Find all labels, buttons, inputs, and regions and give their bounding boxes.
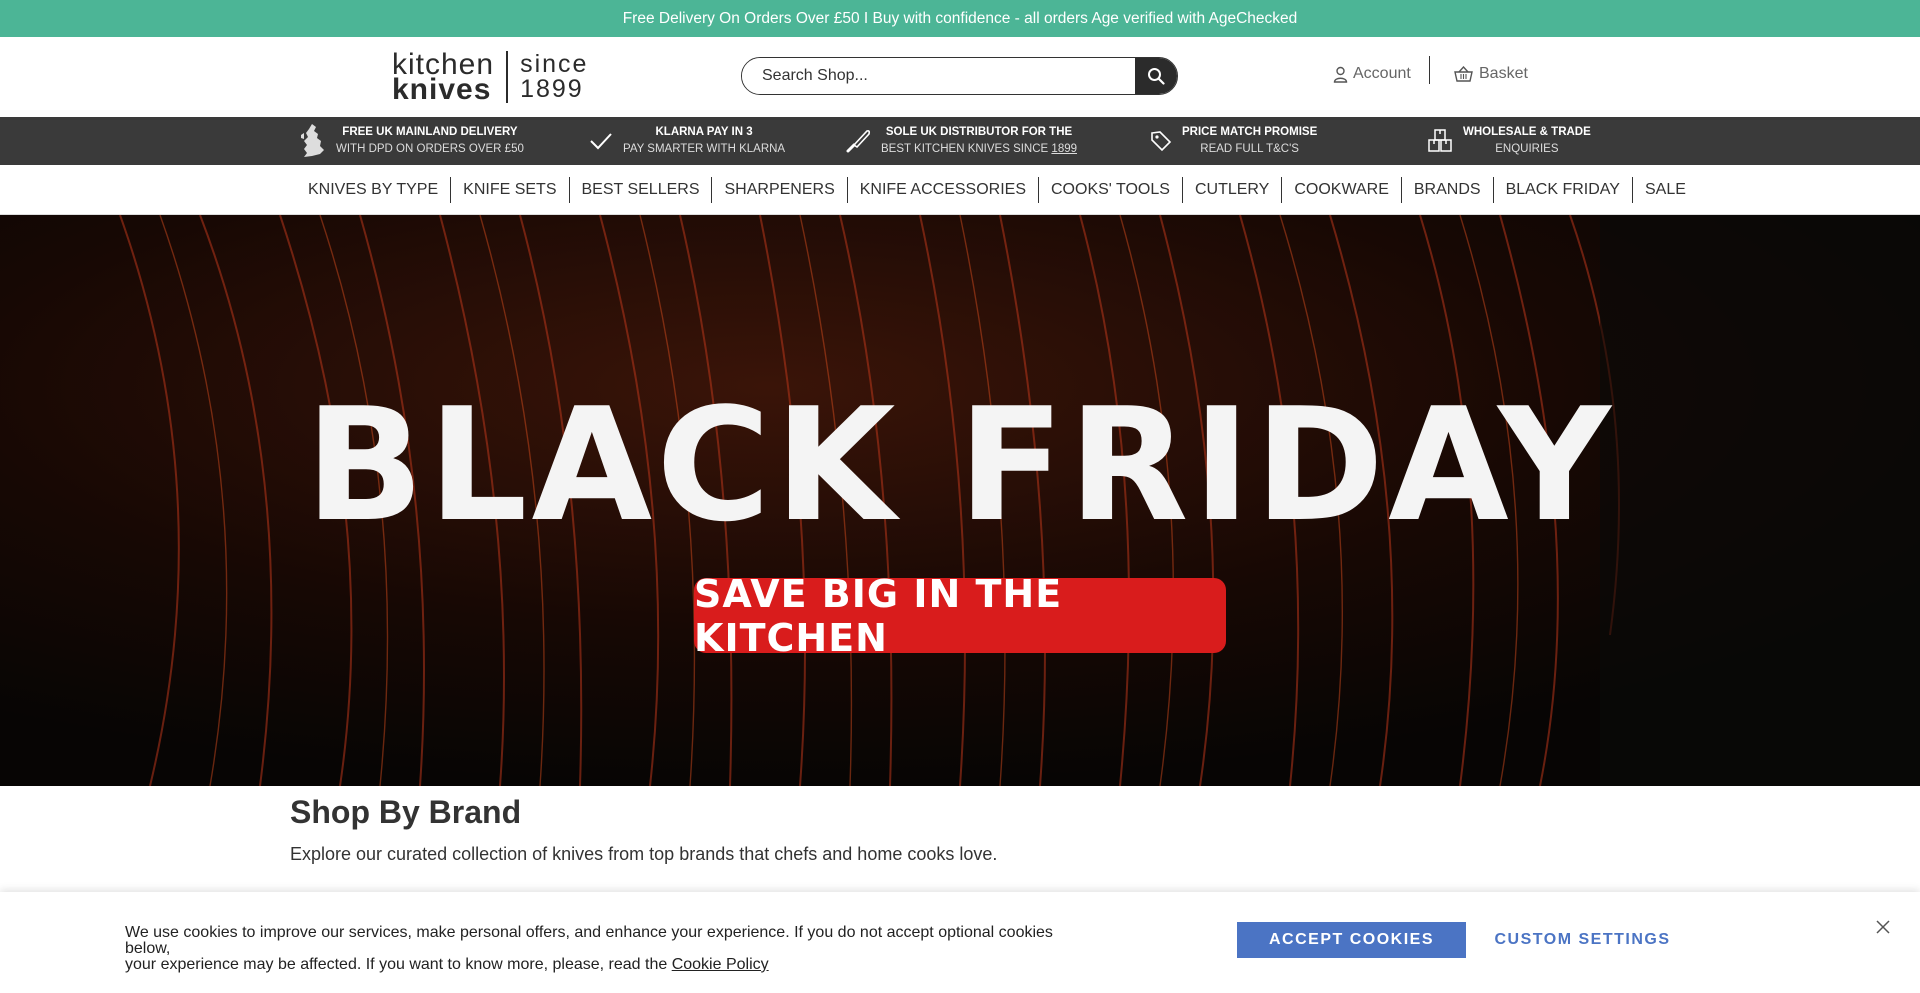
nav-item-knife-accessories[interactable]: KNIFE ACCESSORIES (848, 177, 1039, 203)
nav-item-cookware[interactable]: COOKWARE (1282, 177, 1402, 203)
uk-map-icon (301, 124, 324, 157)
nav-item-knife-sets[interactable]: KNIFE SETS (451, 177, 570, 203)
logo-year: 1899 (520, 75, 584, 103)
announcement-text: Free Delivery On Orders Over £50 I Buy w… (622, 9, 1298, 27)
knife-icon (846, 130, 871, 153)
nav-item-black-friday[interactable]: BLACK FRIDAY (1494, 177, 1633, 203)
shop-by-brand-subheading: Explore our curated collection of knives… (290, 844, 998, 864)
logo-since: since (520, 50, 589, 78)
shop-by-brand-heading: Shop By Brand (290, 794, 522, 830)
usp-wholesale[interactable]: WHOLESALE & TRADE ENQUIRIES (1427, 117, 1591, 165)
hero-title: BLACK FRIDAY (305, 374, 1615, 556)
usp-delivery-title: FREE UK MAINLAND DELIVERY (342, 126, 518, 138)
usp-klarna-title: KLARNA PAY IN 3 (655, 126, 753, 138)
user-icon (1333, 66, 1348, 83)
cookie-message-line1: We use cookies to improve our services, … (125, 924, 1053, 957)
cookie-message-line2: your experience may be affected. If you … (125, 956, 668, 973)
cookie-message: We use cookies to improve our services, … (125, 925, 1085, 973)
account-label: Account (1353, 65, 1411, 82)
usp-wholesale-title: WHOLESALE & TRADE (1463, 126, 1591, 138)
close-icon (1876, 920, 1890, 934)
site-header: kitchen knives since 1899 Account (0, 37, 1920, 117)
logo-word-knives: knives (392, 73, 492, 106)
check-icon (590, 133, 612, 150)
cookie-banner: We use cookies to improve our services, … (0, 892, 1920, 993)
usp-delivery[interactable]: FREE UK MAINLAND DELIVERY WITH DPD ON OR… (298, 117, 524, 165)
close-cookie-banner-button[interactable] (1872, 916, 1894, 938)
hero-cta-button[interactable]: SAVE BIG IN THE KITCHEN (694, 572, 1226, 660)
usp-delivery-sub: WITH DPD ON ORDERS OVER £50 (336, 143, 524, 155)
search-button[interactable] (1135, 58, 1177, 94)
account-link[interactable]: Account (1333, 65, 1411, 83)
tag-icon (1151, 131, 1172, 152)
search-icon (1148, 68, 1165, 85)
usp-klarna-sub: PAY SMARTER WITH KLARNA (623, 143, 786, 155)
custom-settings-button[interactable]: CUSTOM SETTINGS (1480, 922, 1685, 958)
nav-item-cutlery[interactable]: CUTLERY (1183, 177, 1283, 203)
announcement-bar: Free Delivery On Orders Over £50 I Buy w… (0, 0, 1920, 37)
nav-item-cooks-tools[interactable]: COOKS' TOOLS (1039, 177, 1183, 203)
nav-item-best-sellers[interactable]: BEST SELLERS (570, 177, 713, 203)
usp-distributor-title: SOLE UK DISTRIBUTOR FOR THE (885, 126, 1073, 138)
usp-price-match[interactable]: PRICE MATCH PROMISE READ FULL T&C'S (1150, 117, 1317, 165)
usp-price-match-sub: READ FULL T&C'S (1200, 143, 1299, 155)
usp-price-match-title: PRICE MATCH PROMISE (1182, 126, 1318, 138)
basket-label: Basket (1479, 65, 1528, 82)
nav-item-sale[interactable]: SALE (1633, 177, 1698, 203)
usp-klarna[interactable]: KLARNA PAY IN 3 PAY SMARTER WITH KLARNA (589, 117, 785, 165)
search-input[interactable] (742, 58, 1135, 94)
hero-banner[interactable]: BLACK FRIDAY SAVE BIG IN THE KITCHEN (0, 215, 1920, 786)
usp-strip: FREE UK MAINLAND DELIVERY WITH DPD ON OR… (0, 117, 1920, 165)
usp-distributor-year-link[interactable]: 1899 (1051, 143, 1077, 155)
usp-distributor-sub: BEST KITCHEN KNIVES SINCE 1899 (881, 141, 1077, 158)
main-nav: KNIVES BY TYPE KNIFE SETS BEST SELLERS S… (0, 165, 1920, 215)
accept-cookies-button[interactable]: ACCEPT COOKIES (1237, 922, 1466, 958)
header-divider (1429, 56, 1430, 84)
logo-divider (506, 51, 509, 103)
nav-item-knives-by-type[interactable]: KNIVES BY TYPE (296, 177, 452, 203)
usp-wholesale-sub: ENQUIRIES (1495, 143, 1559, 155)
basket-link[interactable]: Basket (1454, 65, 1528, 83)
nav-item-sharpeners[interactable]: SHARPENERS (712, 177, 848, 203)
boxes-icon (1428, 129, 1452, 152)
nav-item-brands[interactable]: BRANDS (1402, 177, 1494, 203)
usp-distributor-sub-text: BEST KITCHEN KNIVES SINCE (881, 143, 1052, 155)
usp-distributor[interactable]: SOLE UK DISTRIBUTOR FOR THE BEST KITCHEN… (845, 117, 1077, 165)
site-logo[interactable]: kitchen knives since 1899 (392, 49, 597, 105)
search-bar (741, 57, 1178, 95)
cookie-policy-link[interactable]: Cookie Policy (672, 956, 769, 973)
basket-icon (1454, 66, 1473, 82)
